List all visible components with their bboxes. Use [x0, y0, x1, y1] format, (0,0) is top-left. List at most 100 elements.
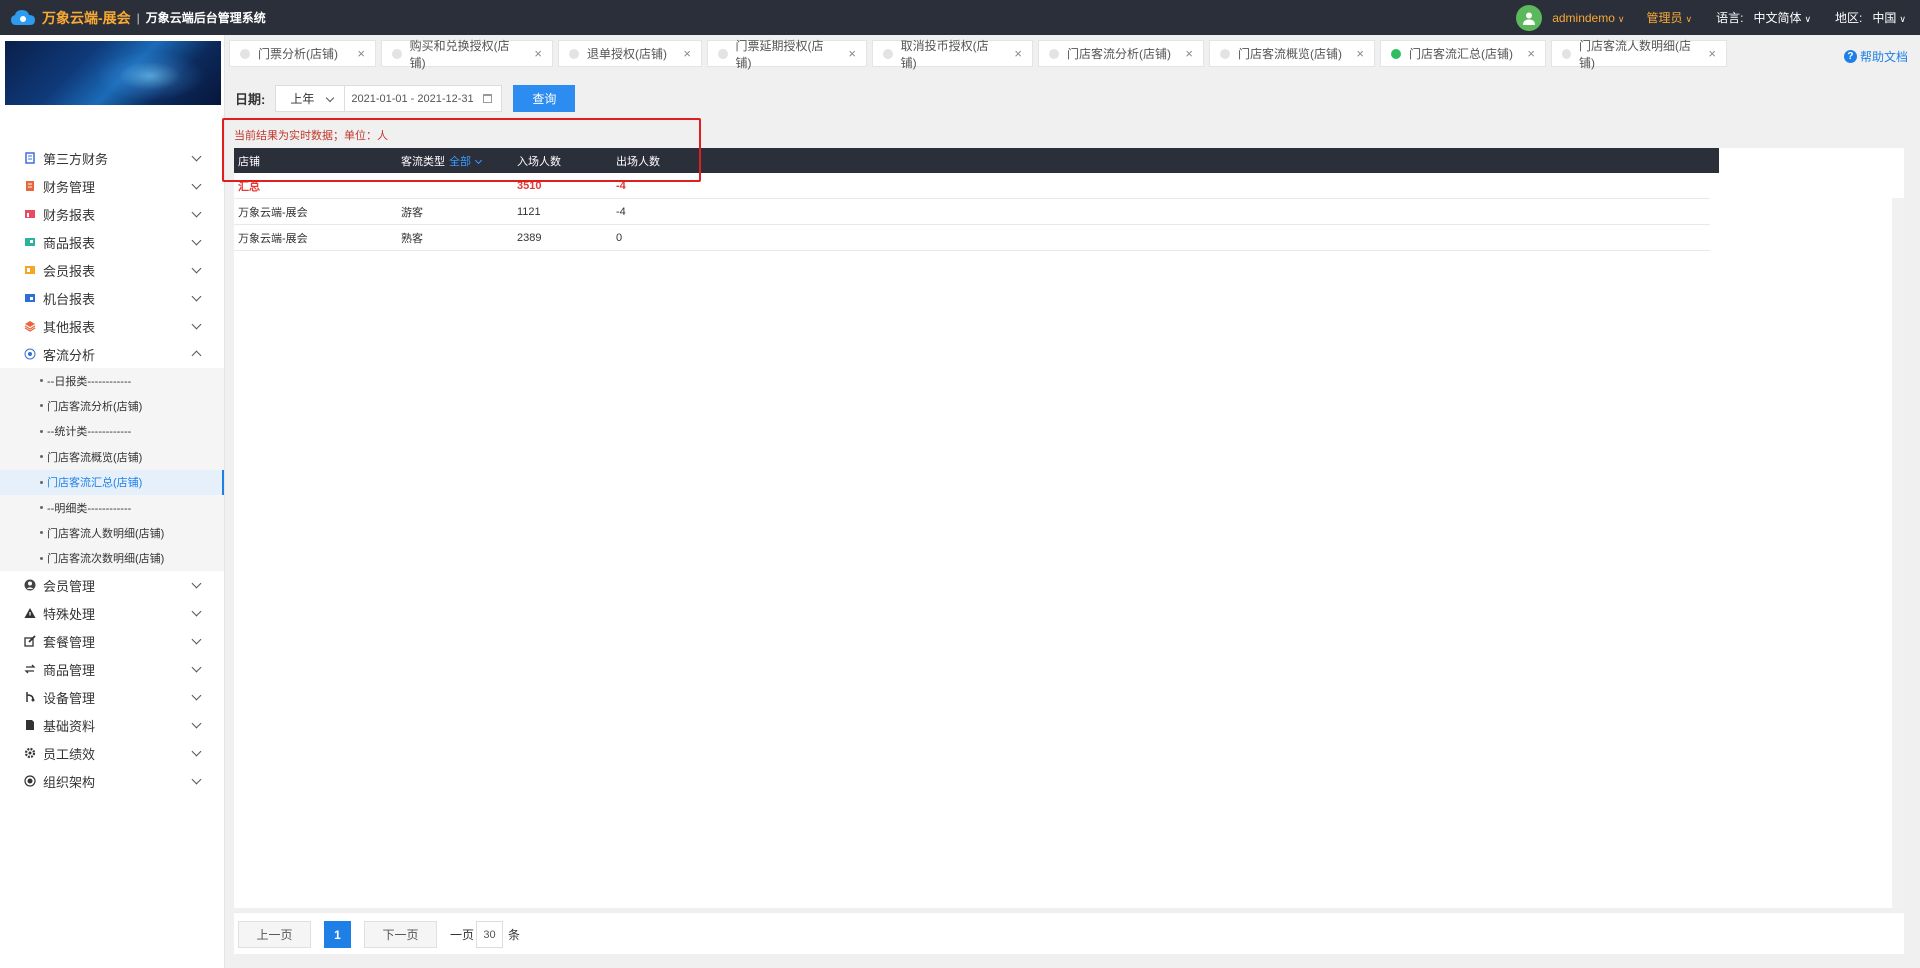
region-label: 地区:: [1835, 11, 1863, 25]
submenu-item-3[interactable]: 门店客流概览(店铺): [0, 444, 224, 469]
sidebar-item-label: 商品管理: [43, 662, 96, 678]
column-type: 客流类型 全部: [401, 148, 483, 173]
submenu-item-7[interactable]: 门店客流次数明细(店铺): [0, 546, 224, 571]
sidebar-item-bottom-0[interactable]: 会员管理: [0, 571, 224, 599]
sidebar-item-bottom-6[interactable]: 员工绩效: [0, 739, 224, 767]
tab-label: 取消投币授权(店铺): [900, 38, 989, 70]
tab-7[interactable]: 门店客流汇总(店铺) ×: [1380, 40, 1546, 67]
per-page-label: 一页: [450, 928, 475, 942]
sidebar-item-top-4[interactable]: 会员报表: [0, 256, 224, 284]
page-number-current[interactable]: 1: [324, 921, 351, 948]
per-page-input[interactable]: 30: [476, 921, 503, 948]
tab-status-dot-icon: [718, 48, 728, 59]
sidebar-item-bottom-7[interactable]: 组织架构: [0, 767, 224, 795]
submenu-item-0[interactable]: --日报类------------: [0, 368, 224, 393]
next-page-button[interactable]: 下一页: [364, 921, 437, 948]
tab-status-dot-icon: [1220, 48, 1230, 59]
submenu-item-4[interactable]: 门店客流汇总(店铺): [0, 469, 224, 496]
warning-icon: [24, 607, 36, 619]
type-filter-dropdown[interactable]: 全部: [449, 153, 483, 169]
chevron-down-icon: [191, 606, 202, 617]
close-icon[interactable]: ×: [1171, 46, 1193, 61]
close-icon[interactable]: ×: [834, 46, 856, 61]
tab-4[interactable]: 取消投币授权(店铺) ×: [872, 39, 1033, 70]
cell-out: 0: [616, 232, 623, 244]
region-dropdown[interactable]: 中国 ∨: [1872, 9, 1906, 26]
device-icon: [24, 691, 36, 703]
tab-status-dot-icon: [1049, 48, 1059, 59]
sidebar-item-top-1[interactable]: 财务管理: [0, 172, 224, 200]
filter-bar: 日期: 上年 2021-01-01 - 2021-12-31 查询: [235, 85, 576, 112]
username-dropdown[interactable]: admindemo ∨: [1552, 11, 1624, 25]
tab-6[interactable]: 门店客流概览(店铺) ×: [1209, 40, 1375, 67]
chevron-down-icon: [191, 746, 202, 757]
sidebar-item-label: 设备管理: [43, 690, 96, 706]
close-icon[interactable]: ×: [520, 46, 542, 61]
sidebar-item-label: 会员报表: [43, 263, 96, 279]
period-select[interactable]: 上年: [275, 85, 346, 112]
submenu-item-5[interactable]: --明细类------------: [0, 495, 224, 520]
sidebar-item-top-5[interactable]: 机台报表: [0, 284, 224, 312]
sidebar-banner-image: [5, 41, 221, 105]
brand-name: 万象云端-展会: [42, 9, 131, 26]
sidebar-item-label: 基础资料: [43, 718, 96, 734]
cell-store: 万象云端-展会: [238, 207, 308, 219]
file-icon: [24, 719, 36, 731]
close-icon[interactable]: ×: [669, 46, 691, 61]
tab-3[interactable]: 门票延期授权(店铺) ×: [707, 39, 867, 70]
tab-5[interactable]: 门店客流分析(店铺) ×: [1038, 40, 1204, 67]
tab-2[interactable]: 退单授权(店铺) ×: [558, 40, 702, 67]
edit-icon: [24, 635, 36, 647]
query-button[interactable]: 查询: [513, 85, 576, 112]
sidebar-item-bottom-4[interactable]: 设备管理: [0, 683, 224, 711]
language-dropdown[interactable]: 中文简体 ∨: [1753, 9, 1811, 26]
submenu-item-2[interactable]: --统计类------------: [0, 419, 224, 444]
close-icon[interactable]: ×: [1000, 46, 1022, 61]
document-icon: [24, 152, 36, 164]
tab-label: 门店客流汇总(店铺): [1409, 47, 1513, 61]
user-avatar[interactable]: [1516, 4, 1543, 31]
submenu-item-label: 门店客流次数明细(店铺): [47, 553, 165, 566]
sidebar-item-bottom-5[interactable]: 基础资料: [0, 711, 224, 739]
tab-1[interactable]: 购买和兑换授权(店铺) ×: [381, 39, 553, 70]
sidebar-item-top-0[interactable]: 第三方财务: [0, 144, 224, 172]
close-icon[interactable]: ×: [1513, 46, 1535, 61]
sidebar-item-bottom-2[interactable]: 套餐管理: [0, 627, 224, 655]
sidebar-item-top-6[interactable]: 其他报表: [0, 312, 224, 340]
sidebar-item-top-7[interactable]: 客流分析: [0, 340, 224, 368]
sidebar-item-bottom-3[interactable]: 商品管理: [0, 655, 224, 683]
content-panel: [234, 148, 1904, 908]
help-link[interactable]: ? 帮助文档: [1843, 48, 1908, 65]
submenu-item-1[interactable]: 门店客流分析(店铺): [0, 393, 224, 418]
sidebar-item-bottom-1[interactable]: 特殊处理: [0, 599, 224, 627]
tab-status-dot-icon: [1391, 48, 1401, 59]
submenu-item-label: 门店客流概览(店铺): [47, 451, 143, 464]
close-icon[interactable]: ×: [1694, 46, 1716, 61]
prev-page-button[interactable]: 上一页: [238, 921, 311, 948]
tab-label: 门店客流概览(店铺): [1238, 47, 1342, 61]
vertical-scrollbar[interactable]: [1892, 198, 1904, 908]
tab-status-dot-icon: [240, 48, 250, 59]
tab-label: 门店客流人数明细(店铺): [1579, 38, 1692, 70]
sidebar-menu: 第三方财务 财务管理财务报表商品报表会员报表机台报表 其他报表 客流分析 --日报类--…: [0, 144, 224, 795]
tab-0[interactable]: 门票分析(店铺) ×: [229, 40, 376, 67]
user-icon: [24, 579, 36, 591]
tab-8[interactable]: 门店客流人数明细(店铺) ×: [1551, 39, 1727, 70]
date-range-input[interactable]: 2021-01-01 - 2021-12-31: [345, 85, 503, 112]
close-icon[interactable]: ×: [343, 46, 365, 61]
close-icon[interactable]: ×: [1342, 46, 1364, 61]
table-header: 店铺 客流类型 全部 入场人数 出场人数: [234, 148, 1719, 173]
cell-in: 3510: [517, 180, 542, 192]
tab-status-dot-icon: [1562, 48, 1572, 59]
region-value: 中国: [1872, 11, 1897, 25]
chevron-down-icon: [191, 235, 202, 246]
org-icon: [24, 775, 36, 787]
submenu-item-6[interactable]: 门店客流人数明细(店铺): [0, 520, 224, 545]
role-dropdown[interactable]: 管理员 ∨: [1646, 9, 1692, 26]
chevron-down-icon: [191, 578, 202, 589]
goods-report-icon: [24, 236, 36, 248]
ledger-icon: [24, 180, 36, 192]
sidebar-item-top-3[interactable]: 商品报表: [0, 228, 224, 256]
sidebar-item-label: 财务报表: [43, 207, 96, 223]
sidebar-item-top-2[interactable]: 财务报表: [0, 200, 224, 228]
